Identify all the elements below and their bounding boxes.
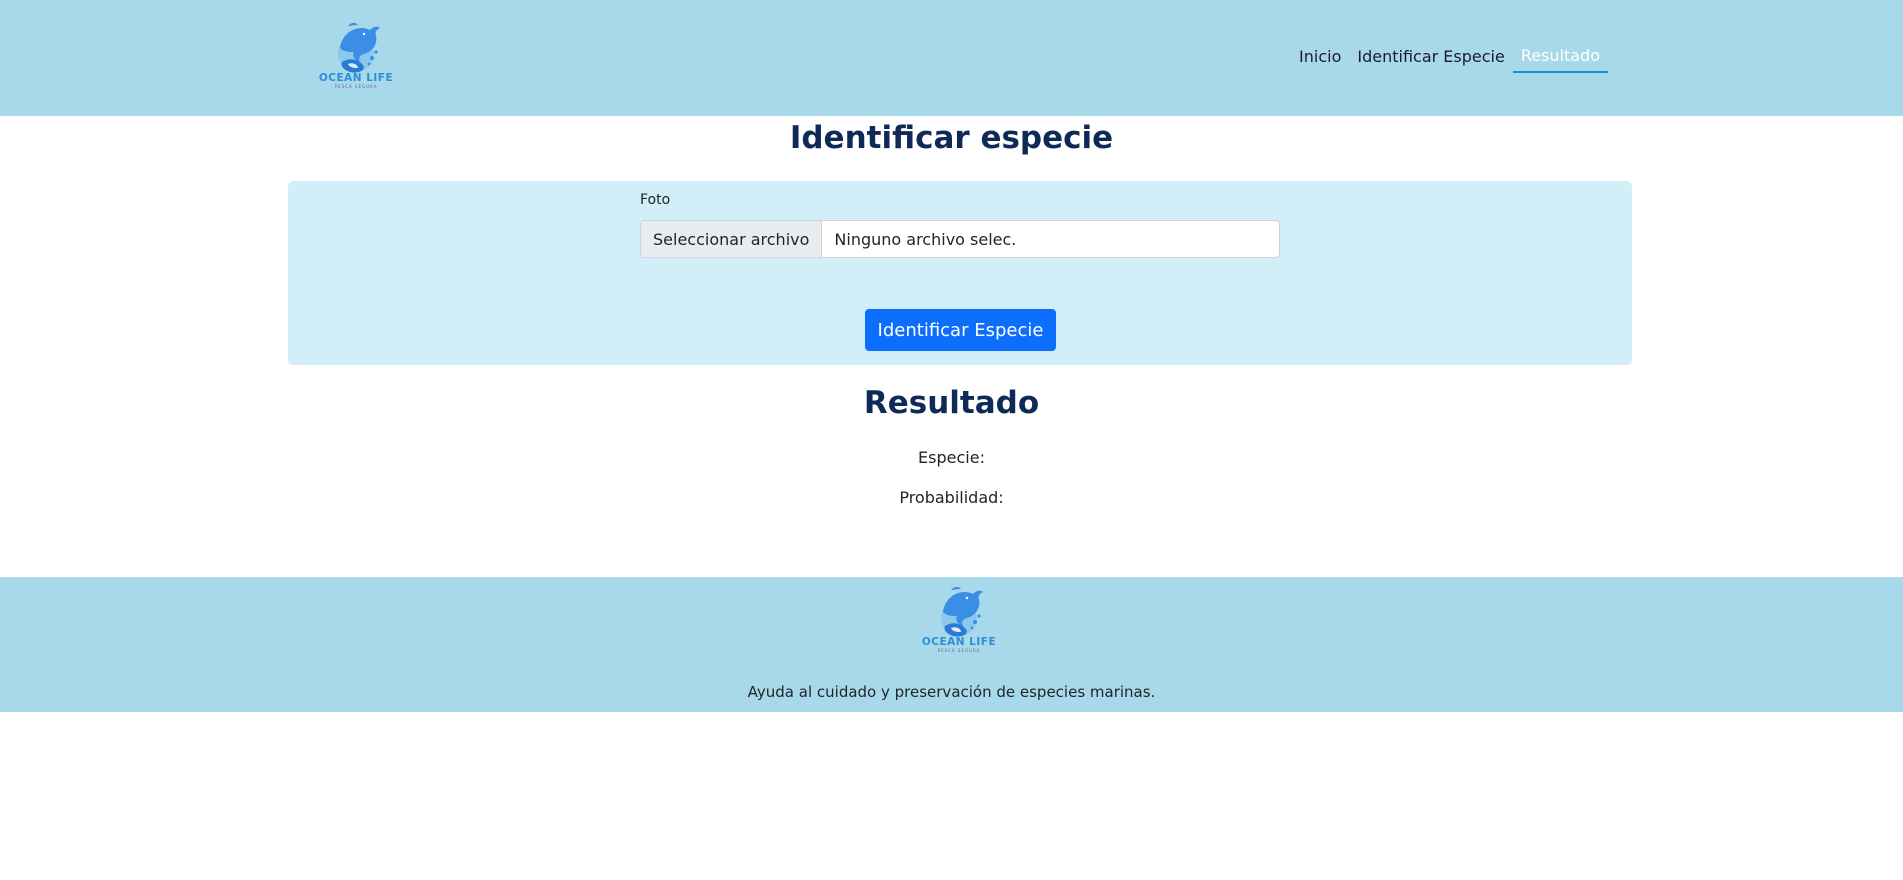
nav-item-resultado[interactable]: Resultado [1512,44,1608,73]
footer-logo: OCEAN LIFE PESCA SEGURA [921,582,997,658]
nav-item-inicio[interactable]: Inicio [1291,45,1349,72]
result-probability-label: Probabilidad: [899,488,1004,507]
photo-field-label: Foto [640,192,671,208]
footer-brand-name: OCEAN LIFE [921,636,997,648]
identify-species-button[interactable]: Identificar Especie [865,309,1056,351]
brand-name: OCEAN LIFE [318,72,394,84]
footer-tagline: Ayuda al cuidado y preservación de espec… [747,683,1156,701]
site-header: OCEAN LIFE PESCA SEGURA Inicio Identific… [0,0,1903,116]
brand-logo[interactable]: OCEAN LIFE PESCA SEGURA [318,18,394,96]
main-nav: Inicio Identificar Especie Resultado [1291,44,1608,73]
identify-form-panel: Foto Seleccionar archivo Ninguno archivo… [288,181,1632,365]
select-file-button[interactable]: Seleccionar archivo [641,221,823,257]
nav-item-identificar-especie[interactable]: Identificar Especie [1349,45,1512,72]
file-status-text: Ninguno archivo selec. [834,229,1017,249]
photo-file-input[interactable]: Seleccionar archivo Ninguno archivo sele… [640,220,1280,258]
dolphin-icon [941,586,983,637]
brand-tagline: PESCA SEGURA [334,84,378,89]
dolphin-icon [338,22,380,73]
site-footer: OCEAN LIFE PESCA SEGURA Ayuda al cuidado… [0,577,1903,712]
result-title: Resultado [863,385,1040,421]
page-title: Identificar especie [789,120,1114,156]
footer-brand-tagline: PESCA SEGURA [937,648,981,653]
result-species-label: Especie: [918,448,985,467]
